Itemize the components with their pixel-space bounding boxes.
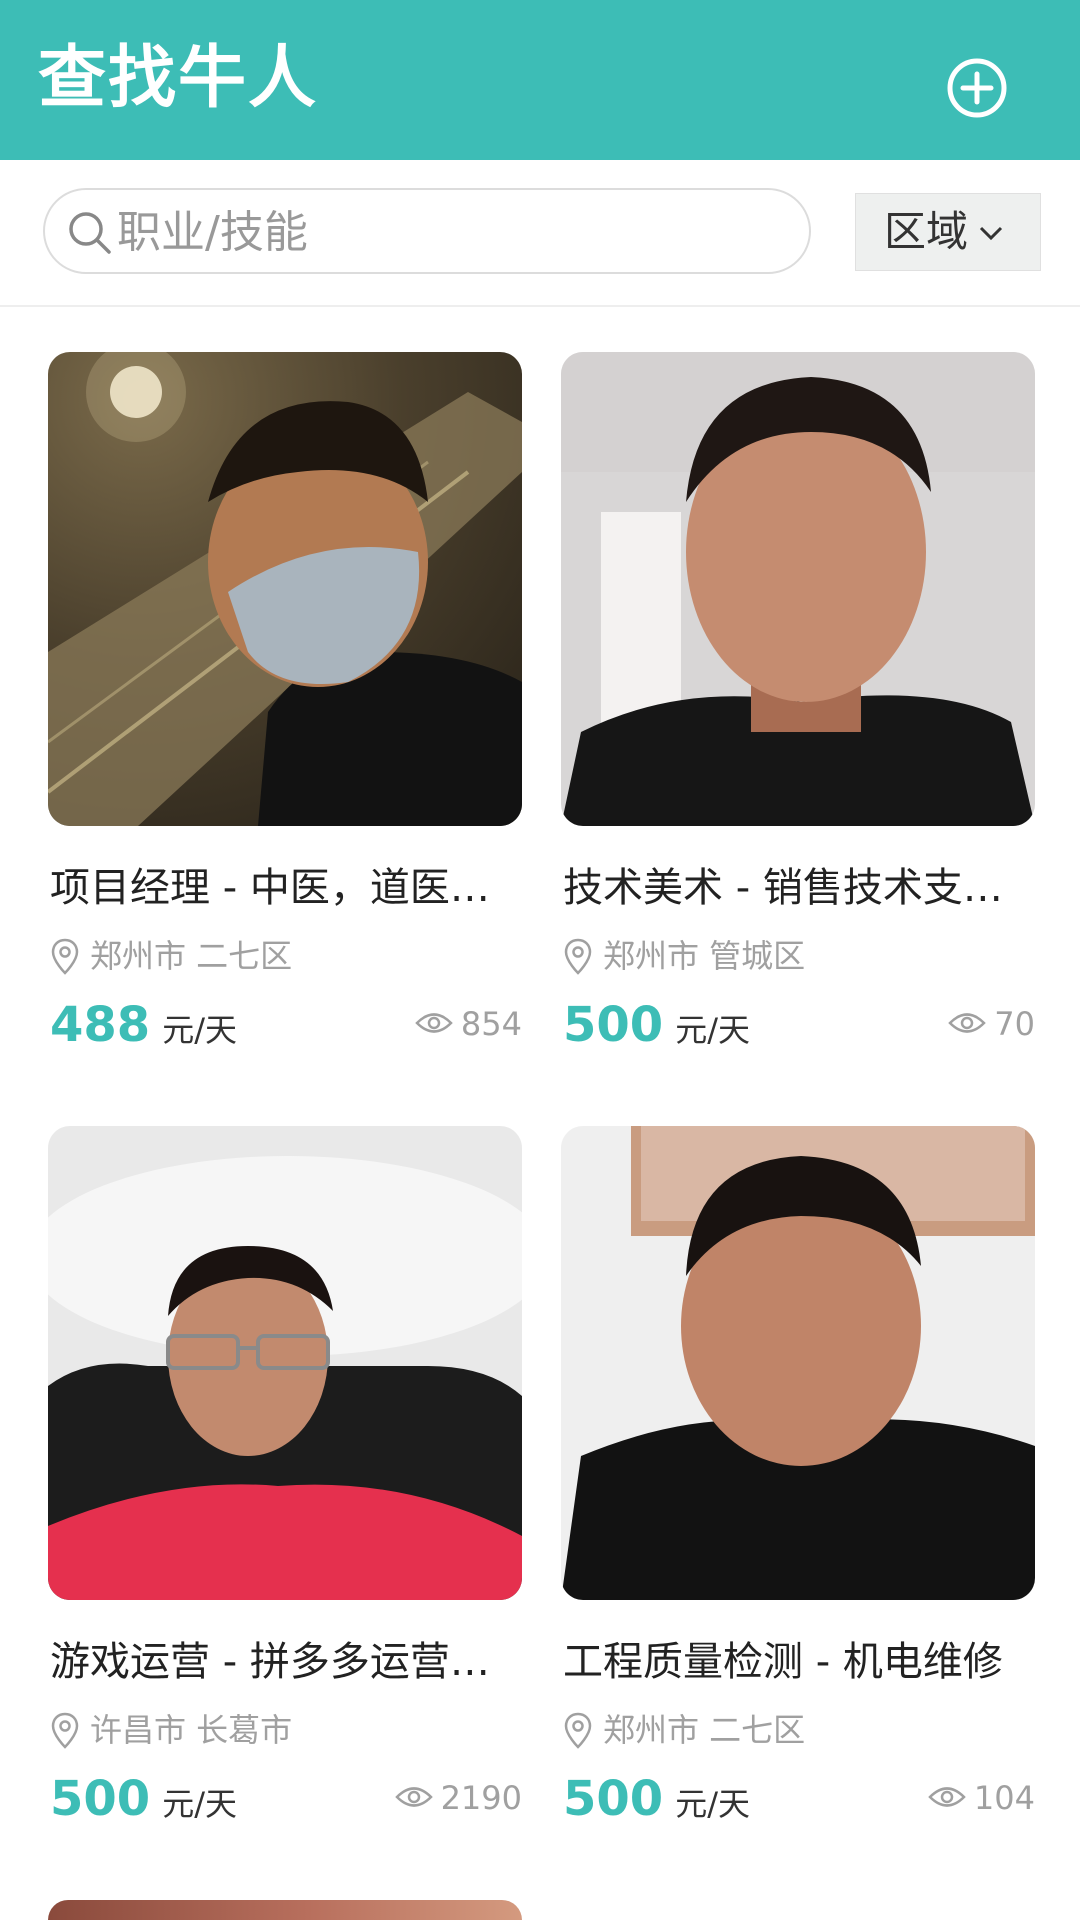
worker-photo [561, 352, 1035, 826]
price-unit: 元/天 [162, 1785, 237, 1823]
worker-card[interactable]: 项目经理 - 中医，道医… 郑州市 二七区 488 元/天 854 [48, 352, 522, 1072]
views-count: 2190 [440, 1779, 522, 1817]
card-price: 500 元/天 [563, 992, 863, 1058]
price-unit: 元/天 [675, 1011, 750, 1049]
card-location: 许昌市 长葛市 [50, 1708, 522, 1752]
card-title: 项目经理 - 中医，道医… [50, 865, 490, 911]
price-unit: 元/天 [675, 1785, 750, 1823]
region-label: 区域 [884, 207, 969, 256]
location-pin-icon [564, 1712, 592, 1749]
card-views: 854 [322, 1002, 522, 1046]
worker-card[interactable]: 游戏运营 - 拼多多运营… 许昌市 长葛市 500 元/天 2190 [48, 1126, 522, 1846]
card-title: 工程质量检测 - 机电维修 [563, 1639, 1003, 1685]
search-box[interactable] [43, 188, 811, 274]
card-price: 500 元/天 [563, 1766, 863, 1832]
card-location: 郑州市 管城区 [563, 934, 1035, 978]
search-input[interactable] [115, 198, 799, 266]
chevron-down-icon [979, 226, 1003, 241]
location-pin-icon [564, 938, 592, 975]
worker-photo [561, 1126, 1035, 1600]
location-text: 许昌市 长葛市 [90, 1711, 293, 1749]
location-text: 郑州市 二七区 [603, 1711, 806, 1749]
location-pin-icon [51, 1712, 79, 1749]
search-bar: 区域 [0, 160, 1080, 307]
worker-photo [48, 1126, 522, 1600]
plus-circle-icon [947, 58, 1007, 118]
worker-card[interactable]: 工程质量检测 - 机电维修 郑州市 二七区 500 元/天 104 [561, 1126, 1035, 1846]
price-value: 500 [563, 1771, 664, 1827]
views-count: 70 [994, 1005, 1035, 1043]
card-price: 500 元/天 [50, 1766, 350, 1832]
page-title: 查找牛人 [38, 39, 319, 118]
card-location: 郑州市 二七区 [50, 934, 522, 978]
card-title: 技术美术 - 销售技术支… [563, 865, 1003, 911]
card-views: 104 [835, 1776, 1035, 1820]
eye-icon [415, 1013, 453, 1033]
card-location: 郑州市 二七区 [563, 1708, 1035, 1752]
add-button[interactable] [946, 57, 1008, 119]
eye-icon [394, 1787, 433, 1807]
worker-photo [48, 352, 522, 826]
views-count: 104 [973, 1779, 1035, 1817]
eye-icon [928, 1787, 966, 1807]
card-views: 70 [835, 1002, 1035, 1046]
search-icon [69, 212, 111, 254]
price-value: 488 [50, 997, 151, 1053]
card-views: 2190 [322, 1776, 522, 1820]
location-text: 郑州市 管城区 [603, 937, 806, 975]
worker-photo-partial[interactable] [48, 1900, 522, 1920]
price-value: 500 [563, 997, 664, 1053]
location-text: 郑州市 二七区 [90, 937, 293, 975]
views-count: 854 [460, 1005, 522, 1043]
card-title: 游戏运营 - 拼多多运营… [50, 1639, 490, 1685]
card-price: 488 元/天 [50, 992, 350, 1058]
eye-icon [948, 1013, 987, 1033]
region-filter-button[interactable]: 区域 [855, 193, 1041, 271]
price-unit: 元/天 [162, 1011, 237, 1049]
location-pin-icon [51, 938, 79, 975]
price-value: 500 [50, 1771, 151, 1827]
app-header: 查找牛人 [0, 0, 1080, 160]
worker-card[interactable]: 技术美术 - 销售技术支… 郑州市 管城区 500 元/天 70 [561, 352, 1035, 1072]
